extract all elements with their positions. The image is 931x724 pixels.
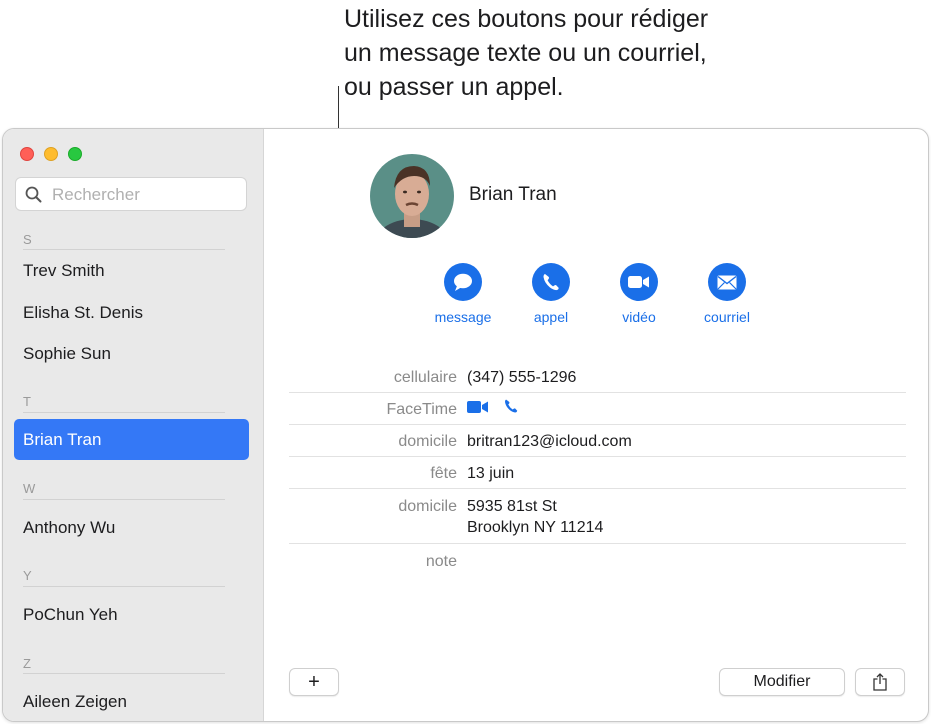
section-divider xyxy=(23,249,225,250)
close-window-button[interactable] xyxy=(20,147,34,161)
contact-item[interactable]: Anthony Wu xyxy=(23,518,115,538)
phone-icon xyxy=(532,263,570,301)
search-icon xyxy=(25,186,42,208)
address-value[interactable]: 5935 81st St Brooklyn NY 11214 xyxy=(467,496,603,538)
facetime-audio-icon[interactable] xyxy=(503,398,519,420)
field-divider xyxy=(289,424,906,425)
section-header-w: W xyxy=(23,481,36,496)
email-value[interactable]: britran123@icloud.com xyxy=(467,431,632,452)
callout-line: ou passer un appel. xyxy=(344,73,564,101)
edit-button[interactable]: Modifier xyxy=(719,668,845,696)
section-divider xyxy=(23,412,225,413)
envelope-icon xyxy=(708,263,746,301)
contact-item[interactable]: Elisha St. Denis xyxy=(23,303,143,323)
section-header-s: S xyxy=(23,232,32,247)
contact-name: Brian Tran xyxy=(469,184,557,205)
mobile-value[interactable]: (347) 555-1296 xyxy=(467,367,576,388)
call-button[interactable]: appel xyxy=(511,263,591,325)
facetime-actions xyxy=(467,398,519,420)
contact-item[interactable]: Trev Smith xyxy=(23,261,105,281)
field-divider xyxy=(289,392,906,393)
address-line: 5935 81st St xyxy=(467,498,557,515)
address-line: Brooklyn NY 11214 xyxy=(467,519,604,536)
section-header-t: T xyxy=(23,394,31,409)
birthday-value: 13 juin xyxy=(467,465,515,482)
share-button[interactable] xyxy=(855,668,905,696)
zoom-window-button[interactable] xyxy=(68,147,82,161)
email-label: domicile xyxy=(398,433,457,450)
message-bubble-icon xyxy=(444,263,482,301)
contact-item-selected[interactable]: Brian Tran xyxy=(14,419,249,460)
message-button-label: message xyxy=(434,309,492,325)
contact-item[interactable]: Sophie Sun xyxy=(23,344,111,364)
field-divider xyxy=(289,456,906,457)
email-button[interactable]: courriel xyxy=(687,263,767,325)
share-icon xyxy=(873,673,887,696)
section-divider xyxy=(23,586,225,587)
message-button[interactable]: message xyxy=(423,263,503,325)
facetime-label: FaceTime xyxy=(386,401,457,418)
sidebar: S Trev Smith Elisha St. Denis Sophie Sun… xyxy=(3,129,264,721)
callout-line: un message texte ou un courriel, xyxy=(344,39,707,67)
field-divider xyxy=(289,543,906,544)
email-button-label: courriel xyxy=(704,309,750,325)
call-button-label: appel xyxy=(533,309,569,325)
avatar xyxy=(370,154,454,238)
section-divider xyxy=(23,673,225,674)
section-header-y: Y xyxy=(23,568,32,583)
birthday-label: fête xyxy=(430,465,457,482)
video-button[interactable]: vidéo xyxy=(599,263,679,325)
search-input[interactable] xyxy=(50,183,244,207)
section-divider xyxy=(23,499,225,500)
address-label: domicile xyxy=(398,498,457,515)
contact-item[interactable]: Aileen Zeigen xyxy=(23,692,127,712)
video-camera-icon xyxy=(620,263,658,301)
facetime-video-icon[interactable] xyxy=(467,399,489,420)
callout-text: Utilisez ces boutons pour rédiger un mes… xyxy=(344,2,814,104)
contacts-window: S Trev Smith Elisha St. Denis Sophie Sun… xyxy=(2,128,929,722)
callout-line: Utilisez ces boutons pour rédiger xyxy=(344,5,709,33)
search-field[interactable] xyxy=(15,177,247,211)
mobile-label: cellulaire xyxy=(393,369,457,386)
contact-item-label: Brian Tran xyxy=(23,430,102,449)
note-label: note xyxy=(425,553,457,570)
add-button[interactable]: + xyxy=(289,668,339,696)
minimize-window-button[interactable] xyxy=(44,147,58,161)
contact-item[interactable]: PoChun Yeh xyxy=(23,605,118,625)
field-divider xyxy=(289,488,906,489)
video-button-label: vidéo xyxy=(622,309,656,325)
section-header-z: Z xyxy=(23,656,31,671)
